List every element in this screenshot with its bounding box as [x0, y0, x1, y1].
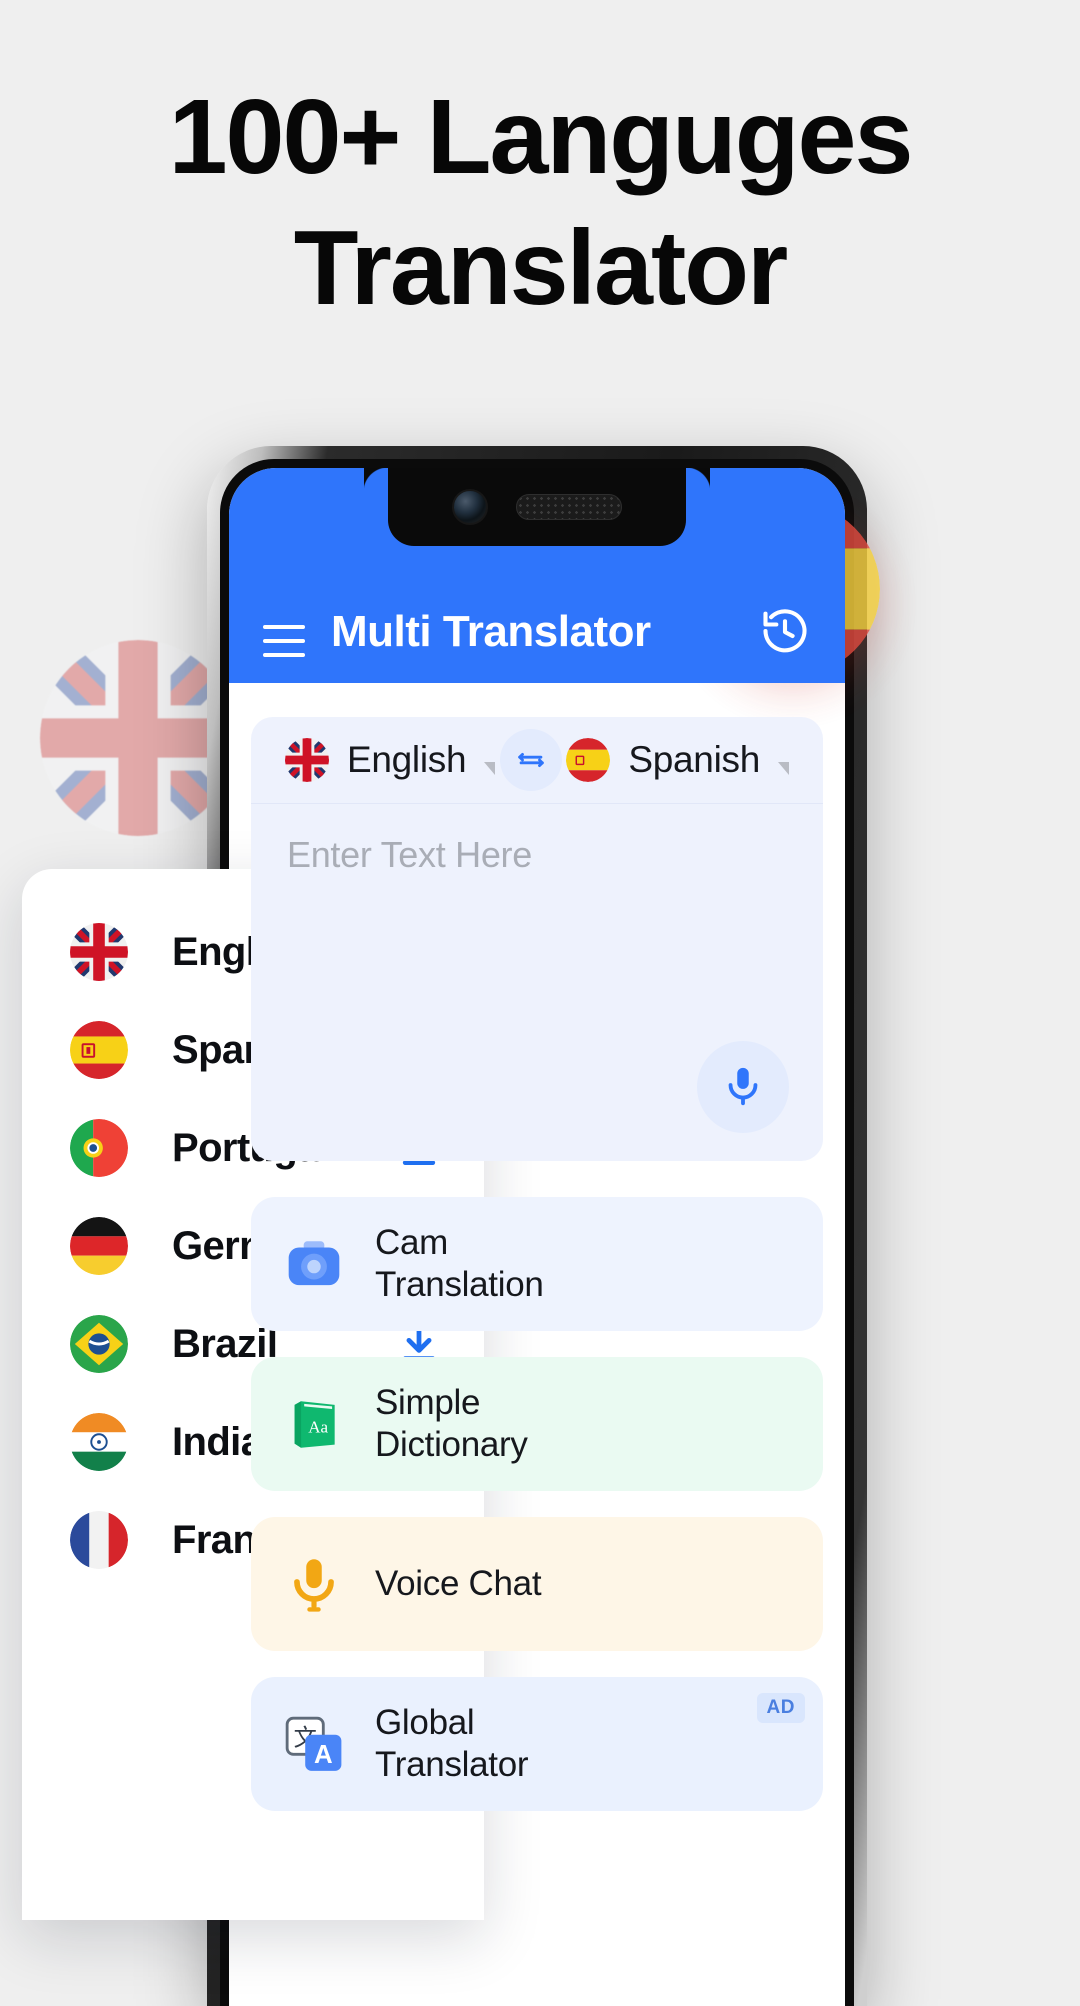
svg-text:A: A: [314, 1741, 333, 1769]
history-clock-icon[interactable]: [759, 605, 811, 657]
feature-card-label: Global Translator: [375, 1702, 529, 1786]
feature-card-label: Voice Chat: [375, 1564, 542, 1603]
feature-card-label: Cam Translation: [375, 1222, 544, 1306]
page-title: 100+ Languges Translator: [0, 72, 1080, 335]
translate-icon: 文 A: [281, 1711, 347, 1777]
flag-portugal-icon: [70, 1119, 128, 1177]
feature-card-label-line2: Dictionary: [375, 1425, 528, 1464]
feature-card-label-line1: Global: [375, 1703, 475, 1742]
voice-input-button[interactable]: [697, 1041, 789, 1133]
microphone-icon: [728, 1067, 758, 1106]
svg-text:Aa: Aa: [308, 1417, 328, 1436]
earpiece-speaker-icon: [516, 494, 622, 520]
feature-card-simple-dictionary[interactable]: Aa Simple Dictionary: [251, 1357, 823, 1491]
hamburger-menu-icon[interactable]: [263, 625, 305, 657]
flag-india-icon: [70, 1413, 128, 1471]
phone-notch: [364, 468, 686, 546]
microphone-gold-icon: [281, 1551, 347, 1617]
source-language-label: English: [347, 739, 467, 780]
book-aa-icon: Aa: [281, 1391, 347, 1457]
feature-card-label-line2: Translator: [375, 1745, 529, 1784]
app-title: Multi Translator: [331, 607, 651, 656]
feature-card-voice-chat[interactable]: Voice Chat: [251, 1517, 823, 1651]
flag-uk-icon: [70, 923, 128, 981]
text-input-placeholder: Enter Text Here: [287, 834, 532, 875]
flag-uk-icon: [285, 738, 329, 782]
feature-card-list: Cam Translation Aa Simple Dictionary Voi…: [251, 1197, 823, 1811]
feature-card-label-line1: Cam: [375, 1223, 448, 1262]
feature-card-cam-translation[interactable]: Cam Translation: [251, 1197, 823, 1331]
flag-spain-icon: [70, 1021, 128, 1079]
headline-line-2: Translator: [293, 209, 789, 328]
phone-screen: Multi Translator English Spanish Enter T…: [229, 468, 845, 2006]
chevron-down-icon: [777, 761, 789, 775]
text-input-area[interactable]: Enter Text Here: [251, 803, 823, 1161]
front-camera-icon: [452, 489, 488, 525]
flag-brazil-icon: [70, 1315, 128, 1373]
phone-bezel: Multi Translator English Spanish Enter T…: [220, 459, 854, 2006]
camera-icon: [281, 1231, 347, 1297]
chevron-down-icon: [484, 761, 496, 775]
phone-mockup: Multi Translator English Spanish Enter T…: [207, 446, 867, 2006]
feature-card-label-line1: Simple: [375, 1383, 481, 1422]
swap-languages-button[interactable]: [499, 729, 562, 791]
target-language-selector[interactable]: Spanish: [566, 738, 789, 782]
flag-spain-icon: [566, 738, 611, 782]
swap-horizontal-icon: [518, 752, 544, 768]
flag-germany-icon: [70, 1217, 128, 1275]
flag-france-icon: [70, 1511, 128, 1569]
source-language-selector[interactable]: English: [285, 738, 496, 782]
feature-card-label-line2: Translation: [375, 1265, 544, 1304]
language-selector-bar: English Spanish: [251, 717, 823, 803]
feature-card-global-translator[interactable]: 文 A Global Translator AD: [251, 1677, 823, 1811]
ad-badge: AD: [756, 1693, 805, 1723]
target-language-label: Spanish: [628, 739, 760, 780]
feature-card-label: Simple Dictionary: [375, 1382, 528, 1466]
headline-line-1: 100+ Languges: [168, 78, 914, 196]
